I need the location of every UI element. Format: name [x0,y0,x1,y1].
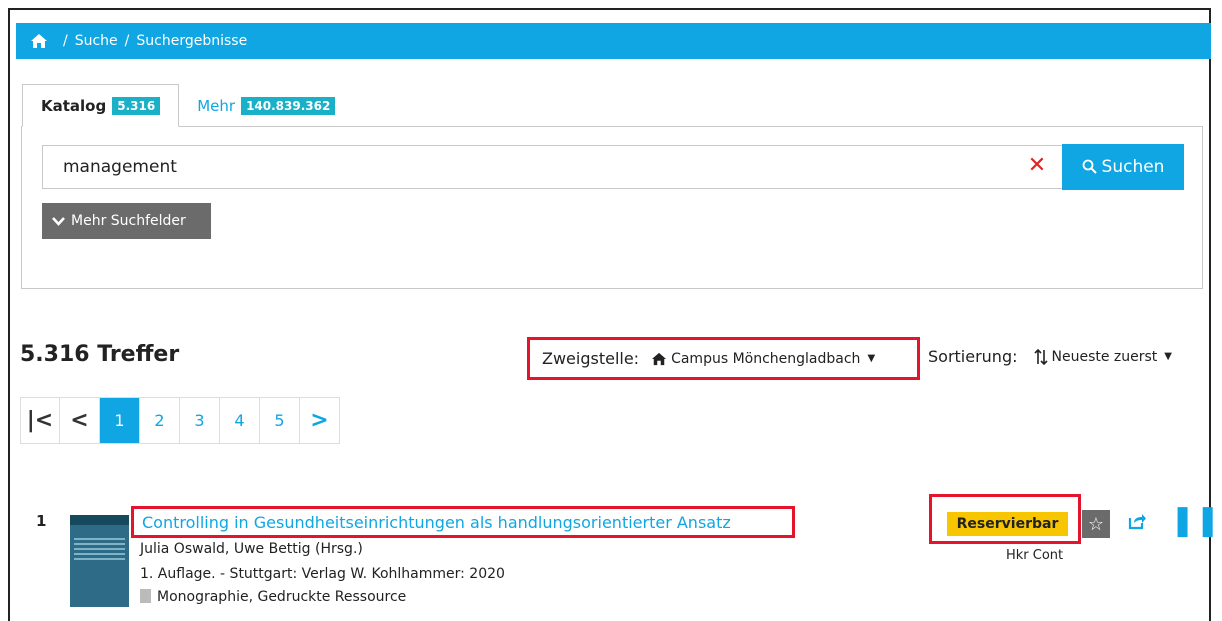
book-icon [140,589,151,603]
result-type: Monographie, Gedruckte Ressource [140,589,406,605]
branch-filter[interactable]: Zweigstelle: Campus Mönchengladbach ▼ [527,337,920,380]
page-3[interactable]: 3 [180,397,220,444]
home-icon[interactable] [30,33,48,49]
more-search-fields-label: Mehr Suchfelder [71,213,186,229]
sort-label: Sortierung: [928,347,1018,366]
result-type-label: Monographie, Gedruckte Ressource [157,589,407,605]
sort-control[interactable]: Sortierung: Neueste zuerst ▼ [928,347,1172,366]
shelfmark: Hkr Cont [1006,548,1064,563]
page-5[interactable]: 5 [260,397,300,444]
caret-down-icon: ▼ [1164,351,1172,362]
tab-more-count: 140.839.362 [241,96,336,115]
page-4[interactable]: 4 [220,397,260,444]
page-1[interactable]: 1 [100,397,140,444]
first-page-button[interactable]: |< [20,397,60,444]
search-button[interactable]: Suchen [1062,144,1184,190]
result-edition: 1. Auflage. - Stuttgart: Verlag W. Kohlh… [140,566,505,582]
search-button-label: Suchen [1101,157,1165,177]
chevron-down-icon [52,217,65,226]
breadcrumb-item-results: Suchergebnisse [136,33,248,49]
book-cover[interactable] [70,515,129,607]
home-icon [652,352,667,365]
breadcrumb-separator: / [124,33,130,49]
page-2[interactable]: 2 [140,397,180,444]
share-icon[interactable] [1128,512,1146,530]
quote-icon[interactable]: ❚❚ [1170,506,1220,536]
search-icon [1082,159,1097,174]
tab-catalog-count: 5.316 [112,96,161,115]
more-search-fields-button[interactable]: Mehr Suchfelder [42,203,211,239]
pagination: |< < 1 2 3 4 5 > [20,397,340,444]
result-title-link[interactable]: Controlling in Gesundheitseinrichtungen … [142,513,731,532]
breadcrumb-separator: / [63,33,68,49]
caret-down-icon: ▼ [867,353,876,364]
prev-page-button[interactable]: < [60,397,100,444]
star-icon[interactable]: ☆ [1082,510,1110,538]
tab-more[interactable]: Mehr 140.839.362 [179,84,353,127]
tab-bar: Katalog 5.316 Mehr 140.839.362 [22,83,353,127]
tab-catalog[interactable]: Katalog 5.316 [22,84,180,127]
hits-count: 5.316 Treffer [20,342,180,367]
next-page-button[interactable]: > [300,397,340,444]
search-panel: ✕ Suchen Mehr Suchfelder [21,126,1203,289]
branch-filter-label: Zweigstelle: [542,349,640,368]
availability-badge[interactable]: Reservierbar [947,512,1068,536]
sort-icon [1033,348,1048,365]
clear-icon[interactable]: ✕ [1027,155,1047,177]
branch-filter-value: Campus Mönchengladbach [671,350,861,367]
sort-value: Neueste zuerst [1051,348,1158,365]
tab-catalog-label: Katalog [41,96,107,115]
tab-more-label: Mehr [197,96,236,115]
result-number: 1 [36,512,47,530]
breadcrumb: / Suche / Suchergebnisse [16,23,1211,59]
result-authors: Julia Oswald, Uwe Bettig (Hrsg.) [140,541,363,557]
result-title-highlight: Controlling in Gesundheitseinrichtungen … [131,506,795,538]
breadcrumb-item-search[interactable]: Suche [75,34,118,48]
search-input[interactable] [42,145,1064,189]
